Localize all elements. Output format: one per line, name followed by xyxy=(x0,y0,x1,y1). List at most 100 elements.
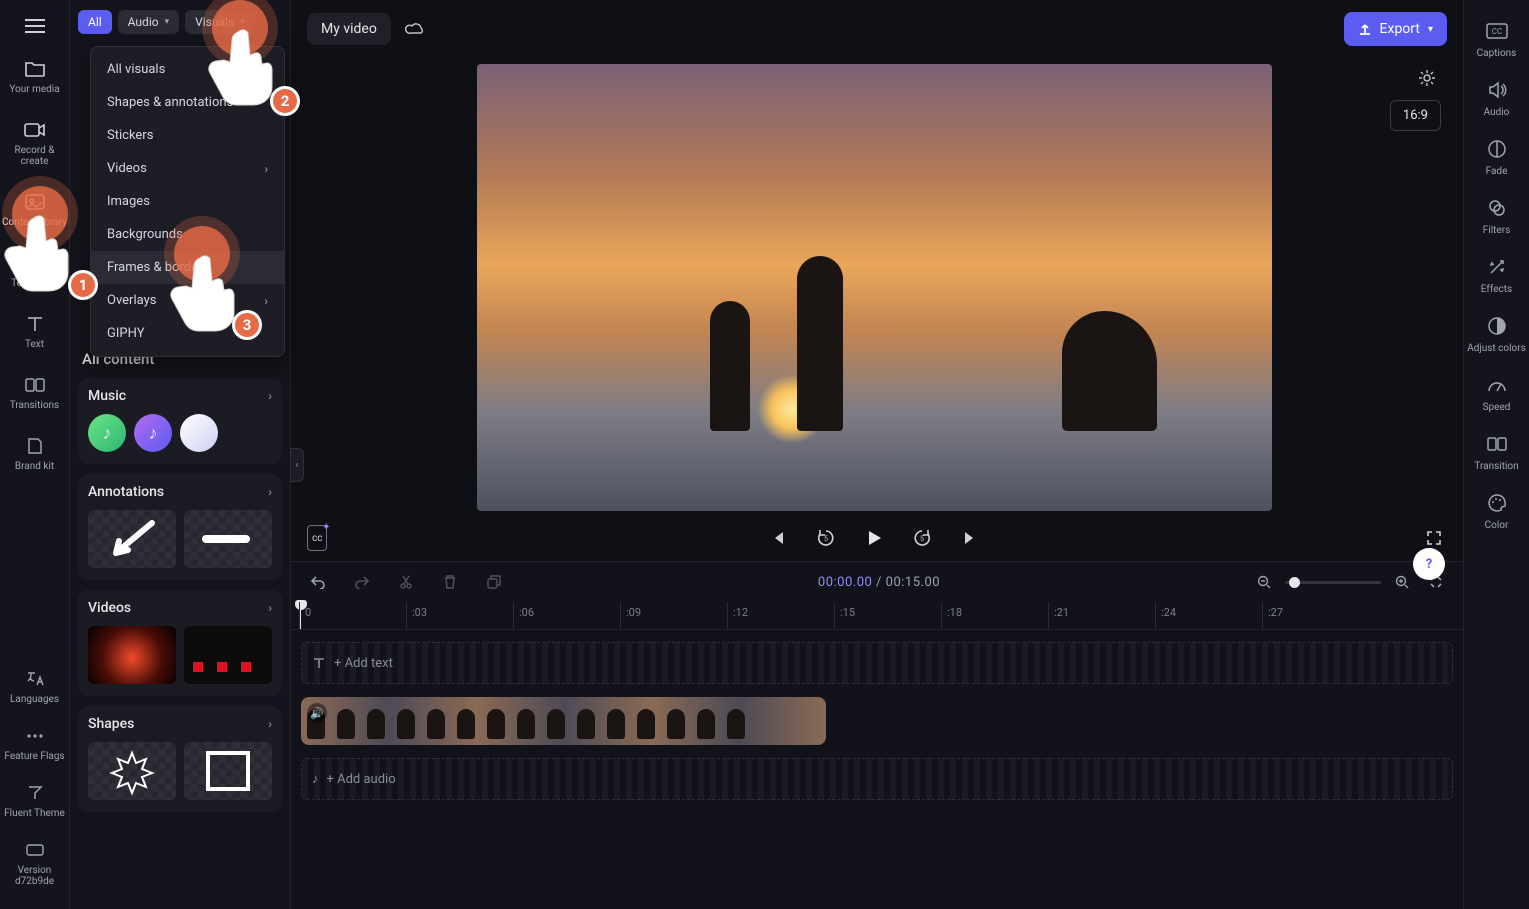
rr-adjust-colors[interactable]: Adjust colors xyxy=(1464,305,1529,364)
section-annotations[interactable]: Annotations› xyxy=(78,474,282,580)
preview-settings-button[interactable] xyxy=(1413,64,1441,92)
ruler-tick: :12 xyxy=(727,602,748,629)
duplicate-button[interactable] xyxy=(481,569,507,595)
rail-text[interactable]: Text xyxy=(0,303,70,360)
export-button[interactable]: Export ▾ xyxy=(1344,12,1447,46)
skip-end-button[interactable] xyxy=(957,525,983,551)
rail-label: Text xyxy=(25,339,44,350)
rail-your-media[interactable]: Your media xyxy=(0,48,70,105)
skip-start-button[interactable] xyxy=(765,525,791,551)
forward-5-button[interactable]: 5 xyxy=(909,525,935,551)
rail-label: Record & create xyxy=(0,145,70,167)
menu-frames-borders[interactable]: Frames & borders xyxy=(91,251,284,284)
rr-audio[interactable]: Audio xyxy=(1464,69,1529,128)
rail-templates[interactable]: Templates xyxy=(0,242,70,299)
menu-shapes-annotations[interactable]: Shapes & annotations xyxy=(91,86,284,119)
panel-collapse-handle[interactable]: ‹ xyxy=(290,448,304,482)
upload-icon xyxy=(1358,22,1372,36)
shape-thumb-frame[interactable] xyxy=(184,742,272,800)
split-button[interactable] xyxy=(393,569,419,595)
annotation-thumb-marker[interactable] xyxy=(184,510,272,568)
language-icon xyxy=(24,668,46,690)
rail-fluent-theme[interactable]: Fluent Theme xyxy=(0,772,70,829)
music-thumb[interactable]: ♪ xyxy=(134,414,172,452)
video-thumb[interactable] xyxy=(184,626,272,684)
menu-all-visuals[interactable]: All visuals xyxy=(91,53,284,86)
ellipsis-icon xyxy=(24,725,46,747)
tab-label: Visuals xyxy=(195,15,234,29)
add-text-track[interactable]: + Add text xyxy=(301,642,1453,684)
rr-transition[interactable]: Transition xyxy=(1464,423,1529,482)
rr-color[interactable]: Color xyxy=(1464,482,1529,541)
ruler-tick: :06 xyxy=(513,602,534,629)
zoom-out-button[interactable] xyxy=(1251,569,1277,595)
clip-mute-icon[interactable]: 🔊 xyxy=(307,703,327,723)
rail-record-create[interactable]: Record & create xyxy=(0,109,70,177)
menu-backgrounds[interactable]: Backgrounds xyxy=(91,218,284,251)
delete-button[interactable] xyxy=(437,569,463,595)
aspect-ratio-button[interactable]: 16:9 xyxy=(1390,100,1441,131)
text-icon xyxy=(312,656,326,670)
center-area: My video Export ▾ 16:9 cc✦ xyxy=(291,0,1463,909)
rail-languages[interactable]: Languages xyxy=(0,658,70,715)
music-thumb[interactable]: ♪ xyxy=(180,414,218,452)
rr-label: Audio xyxy=(1484,107,1510,118)
rail-brand-kit[interactable]: Brand kit xyxy=(0,425,70,482)
captions-toggle[interactable]: cc✦ xyxy=(307,525,327,551)
rr-fade[interactable]: Fade xyxy=(1464,128,1529,187)
rr-filters[interactable]: Filters xyxy=(1464,187,1529,246)
section-music[interactable]: Music› ♪ ♪ ♪ xyxy=(78,378,282,464)
export-label: Export xyxy=(1380,21,1420,37)
cloud-sync-icon[interactable] xyxy=(401,15,429,43)
menu-videos[interactable]: Videos› xyxy=(91,152,284,185)
play-button[interactable] xyxy=(861,525,887,551)
shape-thumb-burst[interactable] xyxy=(88,742,176,800)
timeline: 00:00.00 / 00:15.00 0 :03 :06 :09 :12 :1… xyxy=(291,561,1463,909)
timeline-ruler[interactable]: 0 :03 :06 :09 :12 :15 :18 :21 :24 :27 xyxy=(291,602,1463,630)
menu-images[interactable]: Images xyxy=(91,185,284,218)
rail-content-library[interactable]: Content library xyxy=(0,181,70,238)
help-button[interactable]: ? xyxy=(1413,548,1445,580)
music-note-icon: ♪ xyxy=(312,771,319,787)
zoom-slider[interactable] xyxy=(1285,581,1381,584)
filters-icon xyxy=(1486,197,1508,219)
fade-icon xyxy=(1486,138,1508,160)
menu-overlays[interactable]: Overlays› xyxy=(91,284,284,317)
rr-speed[interactable]: Speed xyxy=(1464,364,1529,423)
music-thumb[interactable]: ♪ xyxy=(88,414,126,452)
rr-effects[interactable]: Effects xyxy=(1464,246,1529,305)
video-thumb[interactable] xyxy=(88,626,176,684)
video-clip[interactable]: 🔊 xyxy=(301,697,826,745)
rail-label: Content library xyxy=(2,217,67,228)
svg-text:5: 5 xyxy=(920,535,924,543)
adjust-icon xyxy=(1486,315,1508,337)
rr-label: Transition xyxy=(1474,461,1518,472)
brandkit-icon xyxy=(24,435,46,457)
menu-giphy[interactable]: GIPHY xyxy=(91,317,284,350)
hamburger-menu-button[interactable] xyxy=(17,8,53,44)
chevron-right-icon: › xyxy=(268,485,272,499)
redo-button[interactable] xyxy=(349,569,375,595)
menu-stickers[interactable]: Stickers xyxy=(91,119,284,152)
tab-visuals[interactable]: Visuals▾ xyxy=(185,10,255,34)
undo-button[interactable] xyxy=(305,569,331,595)
tab-audio[interactable]: Audio▾ xyxy=(118,10,179,34)
rail-version[interactable]: Version d72b9de xyxy=(0,829,70,897)
fullscreen-button[interactable] xyxy=(1421,525,1447,551)
rail-label: Templates xyxy=(11,278,58,289)
transition-icon xyxy=(1486,433,1508,455)
video-preview[interactable] xyxy=(477,64,1272,511)
sparkle-icon: ✦ xyxy=(322,522,330,533)
section-videos[interactable]: Videos› xyxy=(78,590,282,696)
rewind-5-button[interactable]: 5 xyxy=(813,525,839,551)
annotation-thumb-arrow[interactable] xyxy=(88,510,176,568)
rail-feature-flags[interactable]: Feature Flags xyxy=(0,715,70,772)
add-audio-track[interactable]: ♪ + Add audio xyxy=(301,758,1453,800)
tab-all[interactable]: All xyxy=(78,10,112,34)
section-shapes[interactable]: Shapes› xyxy=(78,706,282,812)
zoom-in-button[interactable] xyxy=(1389,569,1415,595)
project-title[interactable]: My video xyxy=(307,13,391,45)
rail-transitions[interactable]: Transitions xyxy=(0,364,70,421)
rr-captions[interactable]: CCCaptions xyxy=(1464,10,1529,69)
ruler-tick: :24 xyxy=(1155,602,1176,629)
